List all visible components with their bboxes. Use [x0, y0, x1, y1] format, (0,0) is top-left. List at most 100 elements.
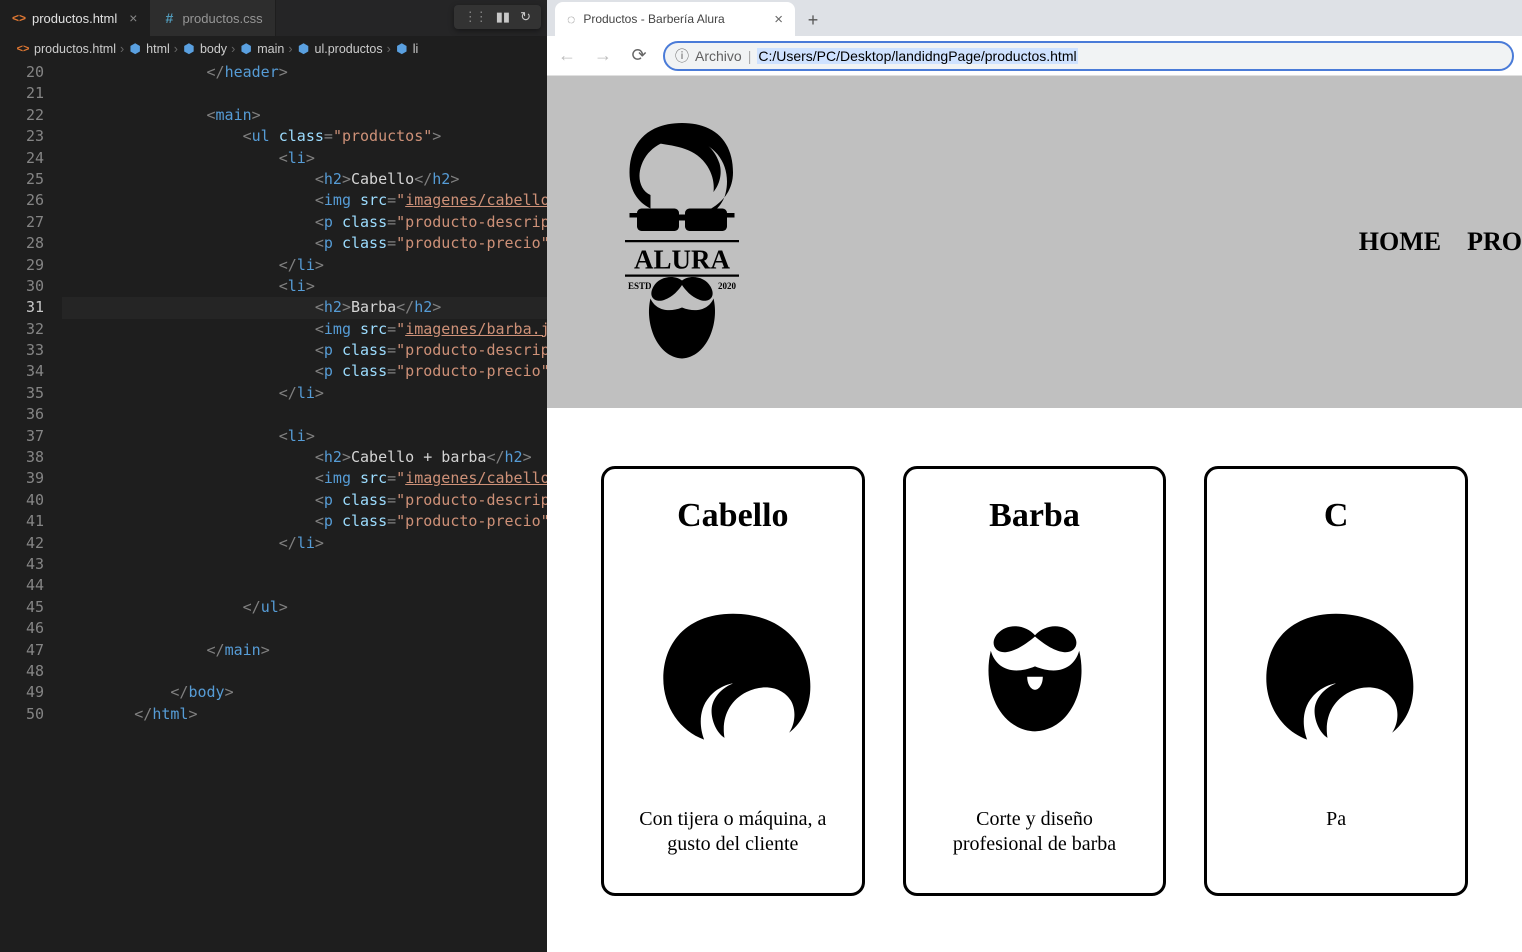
forward-button[interactable]: → — [591, 45, 615, 66]
product-card: CabelloCon tijera o máquina, a gusto del… — [601, 466, 865, 896]
line-number: 46 — [0, 618, 44, 639]
debug-restart-icon[interactable]: ↻ — [520, 9, 531, 25]
code-line[interactable]: <img src="imagenes/cabello.jpg" — [62, 190, 547, 211]
code-line[interactable]: </ul> — [62, 597, 547, 618]
code-line[interactable] — [62, 618, 547, 639]
address-separator: | — [748, 48, 752, 64]
product-description: Corte y diseño profesional de barba — [930, 807, 1140, 857]
code-line[interactable]: <p class="producto-descripcion"> — [62, 490, 547, 511]
symbol-icon: ⬢ — [128, 42, 142, 56]
code-line[interactable]: <li> — [62, 148, 547, 169]
code-content[interactable]: </header> <main> <ul class="productos"> … — [62, 62, 547, 952]
product-title: Cabello — [677, 497, 788, 535]
symbol-icon: ⬢ — [297, 42, 311, 56]
code-line[interactable]: <p class="producto-precio">$15.0 — [62, 511, 547, 532]
products-list: CabelloCon tijera o máquina, a gusto del… — [547, 408, 1522, 952]
address-bar[interactable]: ⓘ Archivo | C:/Users/PC/Desktop/landidng… — [663, 41, 1514, 71]
address-url[interactable]: C:/Users/PC/Desktop/landidngPage/product… — [757, 48, 1077, 64]
code-line[interactable]: <h2>Barba</h2> — [62, 297, 547, 318]
back-button[interactable]: ← — [555, 45, 579, 66]
line-number: 32 — [0, 319, 44, 340]
symbol-icon: ⬢ — [182, 42, 196, 56]
symbol-icon: ⬢ — [239, 42, 253, 56]
code-line[interactable]: <img src="imagenes/cabello+barba — [62, 468, 547, 489]
code-line[interactable]: </body> — [62, 682, 547, 703]
editor-tab[interactable]: #productos.css — [150, 0, 275, 36]
code-line[interactable] — [62, 404, 547, 425]
code-line[interactable]: <li> — [62, 276, 547, 297]
breadcrumb-item[interactable]: html — [146, 42, 170, 56]
close-icon[interactable]: × — [129, 10, 137, 26]
line-number: 44 — [0, 575, 44, 596]
product-title: Barba — [989, 497, 1080, 535]
new-tab-button[interactable]: + — [799, 6, 827, 34]
code-line[interactable]: <p class="producto-precio">$8.00 — [62, 361, 547, 382]
line-number: 42 — [0, 533, 44, 554]
editor-tabs: <>productos.html×#productos.css — [0, 0, 276, 36]
line-gutter: 2021222324252627282930313233343536373839… — [0, 62, 62, 952]
code-line[interactable]: <main> — [62, 105, 547, 126]
code-line[interactable]: <ul class="productos"> — [62, 126, 547, 147]
line-number: 24 — [0, 148, 44, 169]
code-line[interactable] — [62, 554, 547, 575]
product-card: Barba Corte y diseño profesional de barba — [903, 466, 1167, 896]
line-number: 31 — [0, 297, 44, 318]
code-line[interactable] — [62, 83, 547, 104]
line-number: 49 — [0, 682, 44, 703]
debug-toolbar[interactable]: ⋮⋮ ▮▮ ↻ — [454, 5, 541, 29]
site-nav: HOME PRO — [1359, 227, 1522, 257]
editor-tab[interactable]: <>productos.html× — [0, 0, 150, 36]
code-line[interactable]: </li> — [62, 383, 547, 404]
browser-tab[interactable]: ◌ Productos - Barbería Alura × — [555, 2, 795, 36]
line-number: 34 — [0, 361, 44, 382]
line-number: 35 — [0, 383, 44, 404]
nav-link-products[interactable]: PRO — [1467, 227, 1522, 257]
line-number: 21 — [0, 83, 44, 104]
info-icon[interactable]: ⓘ — [675, 46, 689, 66]
code-line[interactable] — [62, 661, 547, 682]
code-line[interactable]: <p class="producto-descripcion"> — [62, 212, 547, 233]
product-image — [970, 595, 1100, 755]
breadcrumbs[interactable]: <>productos.html›⬢html›⬢body›⬢main›⬢ul.p… — [0, 36, 547, 62]
code-line[interactable]: </header> — [62, 62, 547, 83]
code-area[interactable]: 2021222324252627282930313233343536373839… — [0, 62, 547, 952]
code-line[interactable]: </li> — [62, 533, 547, 554]
close-icon[interactable]: × — [774, 11, 783, 28]
line-number: 26 — [0, 190, 44, 211]
reload-button[interactable]: ⟳ — [627, 45, 651, 66]
code-line[interactable]: <p class="producto-descripcion"> — [62, 340, 547, 361]
code-line[interactable]: <h2>Cabello</h2> — [62, 169, 547, 190]
chevron-right-icon: › — [231, 42, 235, 56]
code-line[interactable]: <h2>Cabello + barba</h2> — [62, 447, 547, 468]
editor-tabs-row: <>productos.html×#productos.css ⋮⋮ ▮▮ ↻ — [0, 0, 547, 36]
breadcrumb-item[interactable]: productos.html — [34, 42, 116, 56]
code-line[interactable]: </main> — [62, 640, 547, 661]
breadcrumb-item[interactable]: li — [413, 42, 419, 56]
svg-text:ESTD: ESTD — [628, 280, 652, 290]
line-number: 48 — [0, 661, 44, 682]
browser-tab-title: Productos - Barbería Alura — [583, 12, 724, 26]
chevron-right-icon: › — [174, 42, 178, 56]
page-content: ALURA ESTD 2020 HOME PRO CabelloCon tije… — [547, 76, 1522, 952]
code-line[interactable] — [62, 575, 547, 596]
tab-label: productos.css — [182, 11, 262, 26]
breadcrumb-item[interactable]: body — [200, 42, 227, 56]
debug-pause-icon[interactable]: ▮▮ — [496, 9, 510, 25]
code-line[interactable]: <p class="producto-precio">$10.0 — [62, 233, 547, 254]
breadcrumb-item[interactable]: main — [257, 42, 284, 56]
html-file-icon: <> — [12, 11, 26, 25]
code-line[interactable]: </li> — [62, 255, 547, 276]
line-number: 25 — [0, 169, 44, 190]
line-number: 27 — [0, 212, 44, 233]
address-scheme: Archivo — [695, 48, 742, 64]
breadcrumb-item[interactable]: ul.productos — [315, 42, 383, 56]
code-line[interactable]: <img src="imagenes/barba.jpg" al — [62, 319, 547, 340]
line-number: 29 — [0, 255, 44, 276]
line-number: 28 — [0, 233, 44, 254]
code-line[interactable]: </html> — [62, 704, 547, 725]
product-image — [1251, 595, 1421, 755]
code-line[interactable]: <li> — [62, 426, 547, 447]
debug-grip-icon[interactable]: ⋮⋮ — [464, 9, 486, 25]
nav-link-home[interactable]: HOME — [1359, 227, 1441, 257]
line-number: 22 — [0, 105, 44, 126]
